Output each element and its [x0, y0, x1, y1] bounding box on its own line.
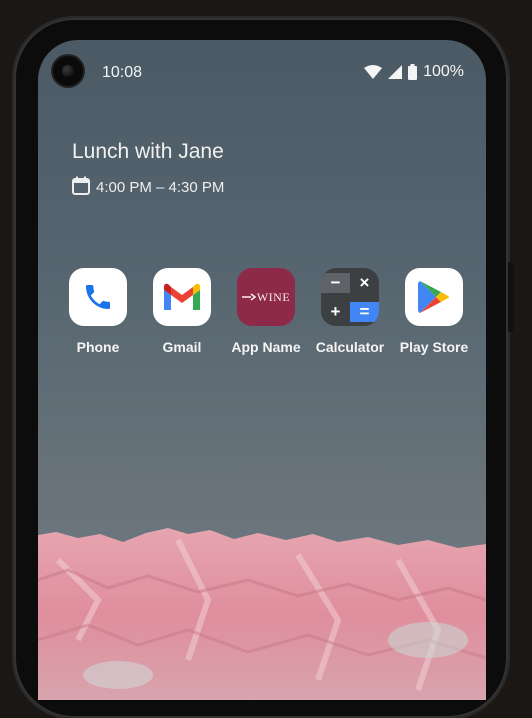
calendar-icon: [72, 176, 90, 199]
app-phone[interactable]: Phone: [56, 268, 140, 355]
app-gmail[interactable]: Gmail: [140, 268, 224, 355]
wifi-icon: [364, 65, 383, 79]
battery-percent: 100%: [423, 63, 464, 80]
app-calculator[interactable]: − × + = Calculator: [308, 268, 392, 355]
wine-logo-text: WINE: [256, 289, 291, 304]
app-label-play-store: Play Store: [399, 339, 469, 355]
plus-symbol: +: [321, 301, 350, 322]
phone-icon: [69, 268, 127, 326]
power-button: [508, 262, 514, 332]
minus-symbol: −: [321, 272, 350, 293]
multiply-symbol: ×: [350, 272, 379, 293]
signal-icon: [388, 65, 403, 79]
play-store-icon: [405, 268, 463, 326]
event-time-row[interactable]: 4:00 PM – 4:30 PM: [72, 176, 224, 199]
wallpaper-mountains: [38, 528, 486, 700]
status-time: 10:08: [102, 64, 143, 81]
event-title[interactable]: Lunch with Jane: [72, 140, 224, 164]
app-label-calculator: Calculator: [315, 339, 385, 355]
app-wine[interactable]: WINE App Name: [224, 268, 308, 355]
event-time: 4:00 PM – 4:30 PM: [96, 179, 225, 196]
home-screen: 10:08 100% Lunch with Jane 4:00 PM – 4:3…: [38, 40, 486, 700]
gmail-icon: [153, 268, 211, 326]
status-icons: 100%: [364, 63, 464, 81]
app-label-wine: App Name: [231, 339, 301, 355]
app-play-store[interactable]: Play Store: [392, 268, 476, 355]
equals-symbol: =: [350, 301, 379, 322]
app-label-gmail: Gmail: [162, 339, 202, 355]
calculator-icon: − × + =: [321, 268, 379, 326]
front-camera: [53, 56, 83, 86]
wine-app-icon: WINE: [237, 268, 295, 326]
app-row: Phone Gmail WINE App Name − × + = Calcul…: [56, 268, 476, 355]
battery-icon: [408, 64, 418, 80]
app-label-phone: Phone: [76, 339, 120, 355]
